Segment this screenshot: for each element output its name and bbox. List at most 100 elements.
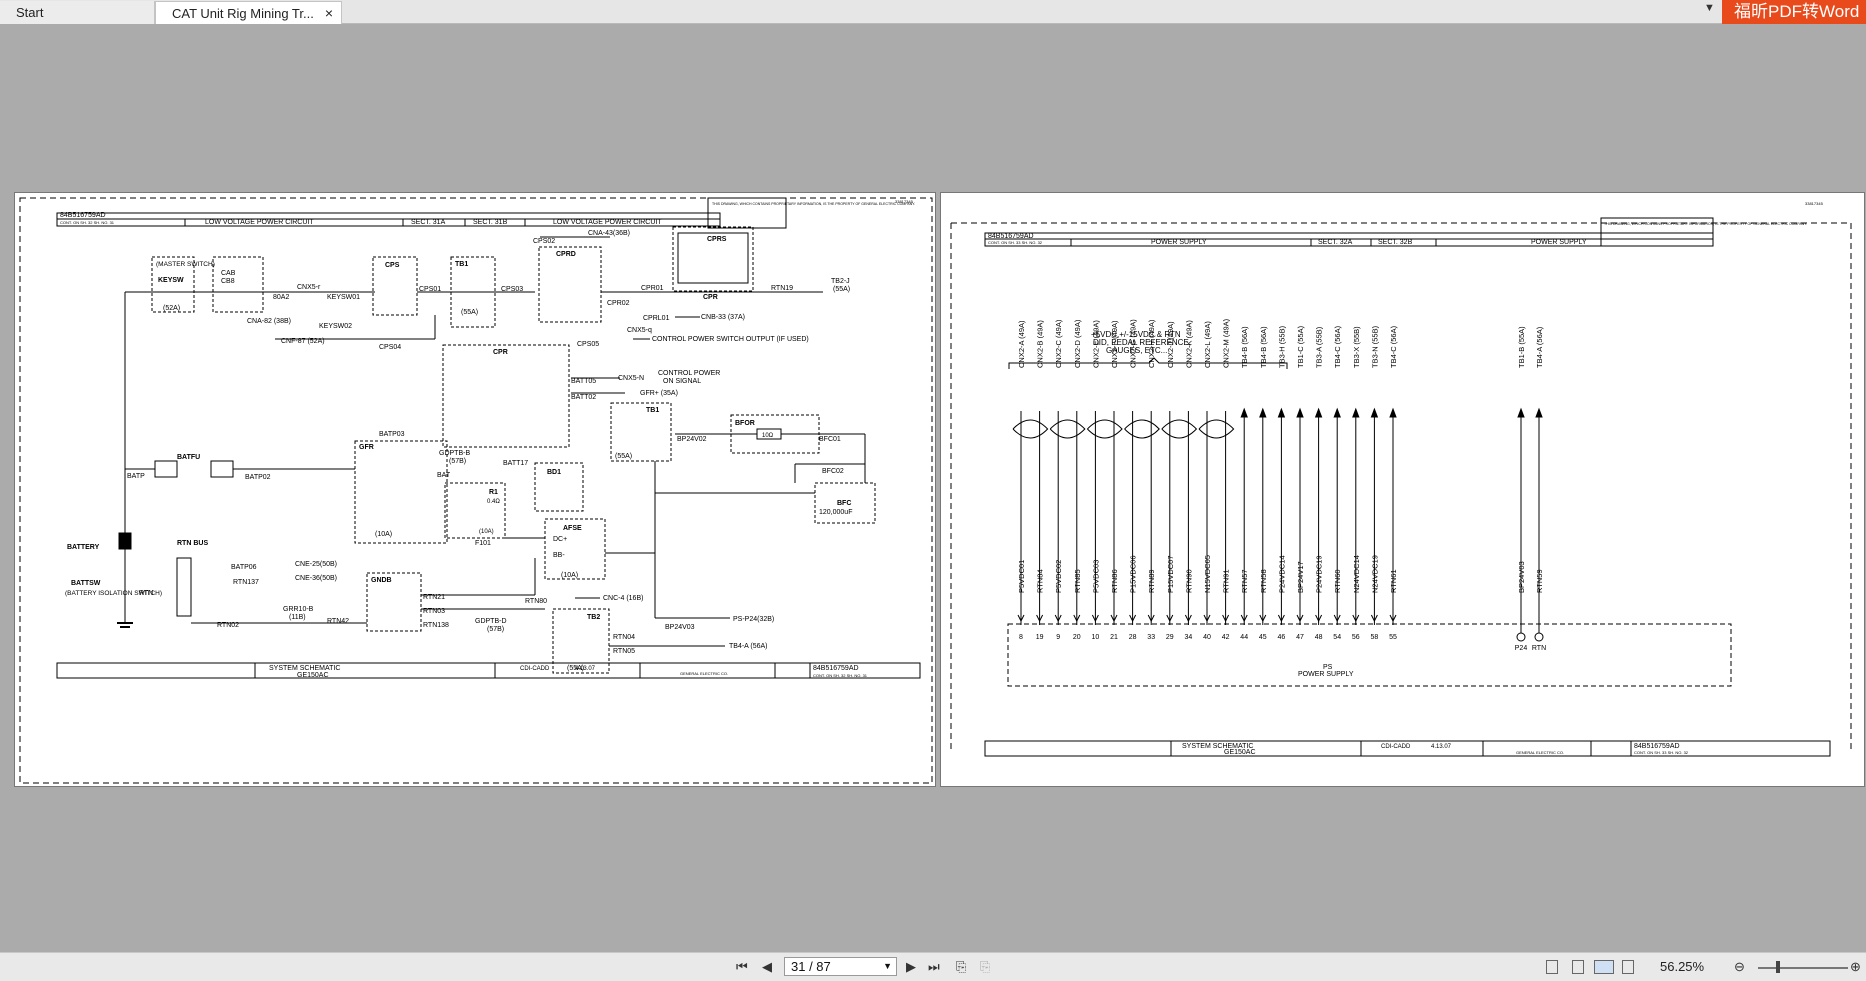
tab-list-dropdown-icon[interactable]: ▼ [1704, 2, 1715, 14]
page2-footer-control: GENERAL ELECTRIC CO. [1516, 750, 1564, 755]
wire-top-label: TB4-B (56A) [1240, 326, 1249, 368]
ps-label: PS [1323, 664, 1333, 671]
wire-pin-number: 44 [1240, 634, 1248, 641]
label-batt02: BATT02 [571, 394, 596, 401]
wire-bottom-label: P5VDC01 [1017, 560, 1026, 593]
label-cab: CAB [221, 270, 236, 277]
footer-sheet: CONT. ON SH. 32 SH. NO. 31 [813, 673, 868, 678]
tab-start[interactable]: Start [0, 1, 155, 24]
wire-top-label: TB3-X (55B) [1352, 326, 1361, 368]
previous-page-icon[interactable]: ◀ [762, 959, 772, 975]
page2-footer-sheet: CONT. ON SH. 33 SH. NO. 32 [1634, 750, 1689, 755]
zoom-slider-handle[interactable] [1776, 961, 1780, 973]
wire-top-label: TB3-N (55B) [1370, 325, 1379, 368]
zoom-out-icon[interactable]: ⊖ [1734, 959, 1745, 975]
label-keysw-a: (52A) [163, 305, 180, 312]
label-rtn: RTN [139, 590, 153, 597]
footer-control: GENERAL ELECTRIC CO. [680, 671, 728, 676]
next-page-icon[interactable]: ▶ [906, 959, 916, 975]
previous-view-icon[interactable]: ⎘ [956, 959, 966, 975]
label-tb1-a: (55A) [461, 309, 478, 316]
facing-view-icon[interactable] [1594, 960, 1614, 974]
label-r1-value: 0.4Ω [487, 499, 500, 505]
corner-number: 33817345 [895, 199, 914, 204]
wire-pin-number: 19 [1036, 634, 1044, 641]
continuous-view-icon[interactable] [1572, 960, 1584, 974]
wire-pin-number: 10 [1092, 634, 1100, 641]
close-tab-icon[interactable]: × [325, 2, 333, 25]
wire-arrow-icon [1333, 407, 1341, 418]
ps-desc: POWER SUPPLY [1298, 671, 1354, 678]
page-title-right: LOW VOLTAGE POWER CIRCUIT [553, 219, 662, 226]
wire-pin-number: 56 [1352, 634, 1360, 641]
label-cprs: CPRS [707, 236, 727, 243]
wire-bottom-label: RTN90 [1184, 569, 1193, 593]
wire-pin-number: P24 [1515, 645, 1528, 652]
single-page-view-icon[interactable] [1546, 960, 1558, 974]
label-batt17: BATT17 [503, 460, 528, 467]
wire-bottom-label: P15VDC07 [1166, 555, 1175, 593]
wire-arrow-icon [1240, 407, 1248, 418]
page-dropdown-icon[interactable]: ▼ [883, 958, 892, 975]
footer-first-made: GE150AC [297, 672, 329, 679]
pdf-page-32: 84B516759AD CONT. ON SH. 33 SH. NO. 32 P… [940, 192, 1865, 787]
page-number-value: 31 / 87 [791, 959, 831, 974]
label-cnx5q: CNX5-q [627, 327, 652, 334]
label-rtn19: RTN19 [771, 285, 793, 292]
wire-top-label: TB4-C (56A) [1389, 325, 1398, 368]
label-grr10-b-11b: (11B) [289, 614, 306, 621]
wire-top-label: TB4-B (56A) [1259, 326, 1268, 368]
label-gdptb-d-57b: (57B) [487, 626, 504, 633]
wire-top-label: CNX2-D (49A) [1073, 319, 1082, 368]
wire-pin-number: 54 [1333, 634, 1341, 641]
first-page-icon[interactable]: ⏮ [736, 959, 748, 975]
label-on-signal: ON SIGNAL [663, 378, 701, 385]
label-grr10-b: GRR10-B [283, 606, 314, 613]
page2-notice: THIS DRAWING, WHICH CONTAINS PROPRIETARY… [1604, 222, 1807, 226]
wire-arrow-icon [1296, 407, 1304, 418]
last-page-icon[interactable]: ⏭ [928, 959, 940, 975]
zoom-level[interactable]: 56.25% [1660, 959, 1704, 974]
label-control-power: CONTROL POWER [658, 370, 720, 377]
tab-document[interactable]: CAT Unit Rig Mining Tr... × [155, 1, 342, 24]
label-bb-minus: BB- [553, 552, 565, 559]
label-afse-10a: (10A) [561, 572, 578, 579]
label-gfr-10a: (10A) [375, 531, 392, 538]
label-f101: F101 [475, 540, 491, 547]
pdf-page-31: 84B516759AD CONT. ON SH. 32 SH. NO. 31 L… [14, 192, 936, 787]
label-cnx5n: CNX5-N [618, 375, 644, 382]
page-number-input[interactable]: 31 / 87 ▼ [784, 957, 897, 976]
wire-bottom-label: RTN57 [1240, 569, 1249, 593]
label-tb2-a: (55A) [567, 665, 584, 672]
zoom-in-icon[interactable]: ⊕ [1850, 959, 1861, 975]
label-cpsout: CONTROL POWER SWITCH OUTPUT (IF USED) [652, 336, 809, 343]
wire-bottom-label: P5VDC03 [1091, 560, 1100, 593]
doc-number-2: 84B516759AD [988, 233, 1034, 240]
terminal-circle-icon [1534, 632, 1544, 642]
brand-banner[interactable]: 福昕PDF转Word [1722, 0, 1866, 24]
label-bat: BAT [437, 472, 451, 479]
zoom-slider[interactable] [1758, 967, 1848, 969]
wire-bottom-label: N24VDC19 [1370, 555, 1379, 593]
twisted-pair-icon [1012, 419, 1049, 439]
label-bp24v02: BP24V02 [677, 436, 707, 443]
label-gdptb-b-57b: (57B) [449, 458, 466, 465]
wire-pin-number: 45 [1259, 634, 1267, 641]
label-rtn42: RTN42 [327, 618, 349, 625]
label-cps02: CPS02 [533, 238, 555, 245]
tab-document-label: CAT Unit Rig Mining Tr... [172, 6, 314, 21]
page2-footer-made-by: CDI-CADD [1381, 744, 1411, 750]
label-afse: AFSE [563, 525, 582, 532]
label-cps: CPS [385, 262, 400, 269]
label-bp24v03: BP24V03 [665, 624, 695, 631]
page2-section-a: SECT. 32A [1318, 239, 1353, 246]
label-tb2j: TB2-J [831, 278, 850, 285]
label-rtn-bus: RTN BUS [177, 540, 208, 547]
continuous-facing-view-icon[interactable] [1622, 960, 1634, 974]
wire-bottom-label: RTN60 [1333, 569, 1342, 593]
label-bd1: BD1 [547, 469, 561, 476]
label-cps01: CPS01 [419, 286, 441, 293]
wire-top-label: TB1-B (55A) [1517, 326, 1526, 368]
next-view-icon[interactable]: ⎘ [980, 959, 990, 975]
wire-arrow-icon [1389, 407, 1397, 418]
